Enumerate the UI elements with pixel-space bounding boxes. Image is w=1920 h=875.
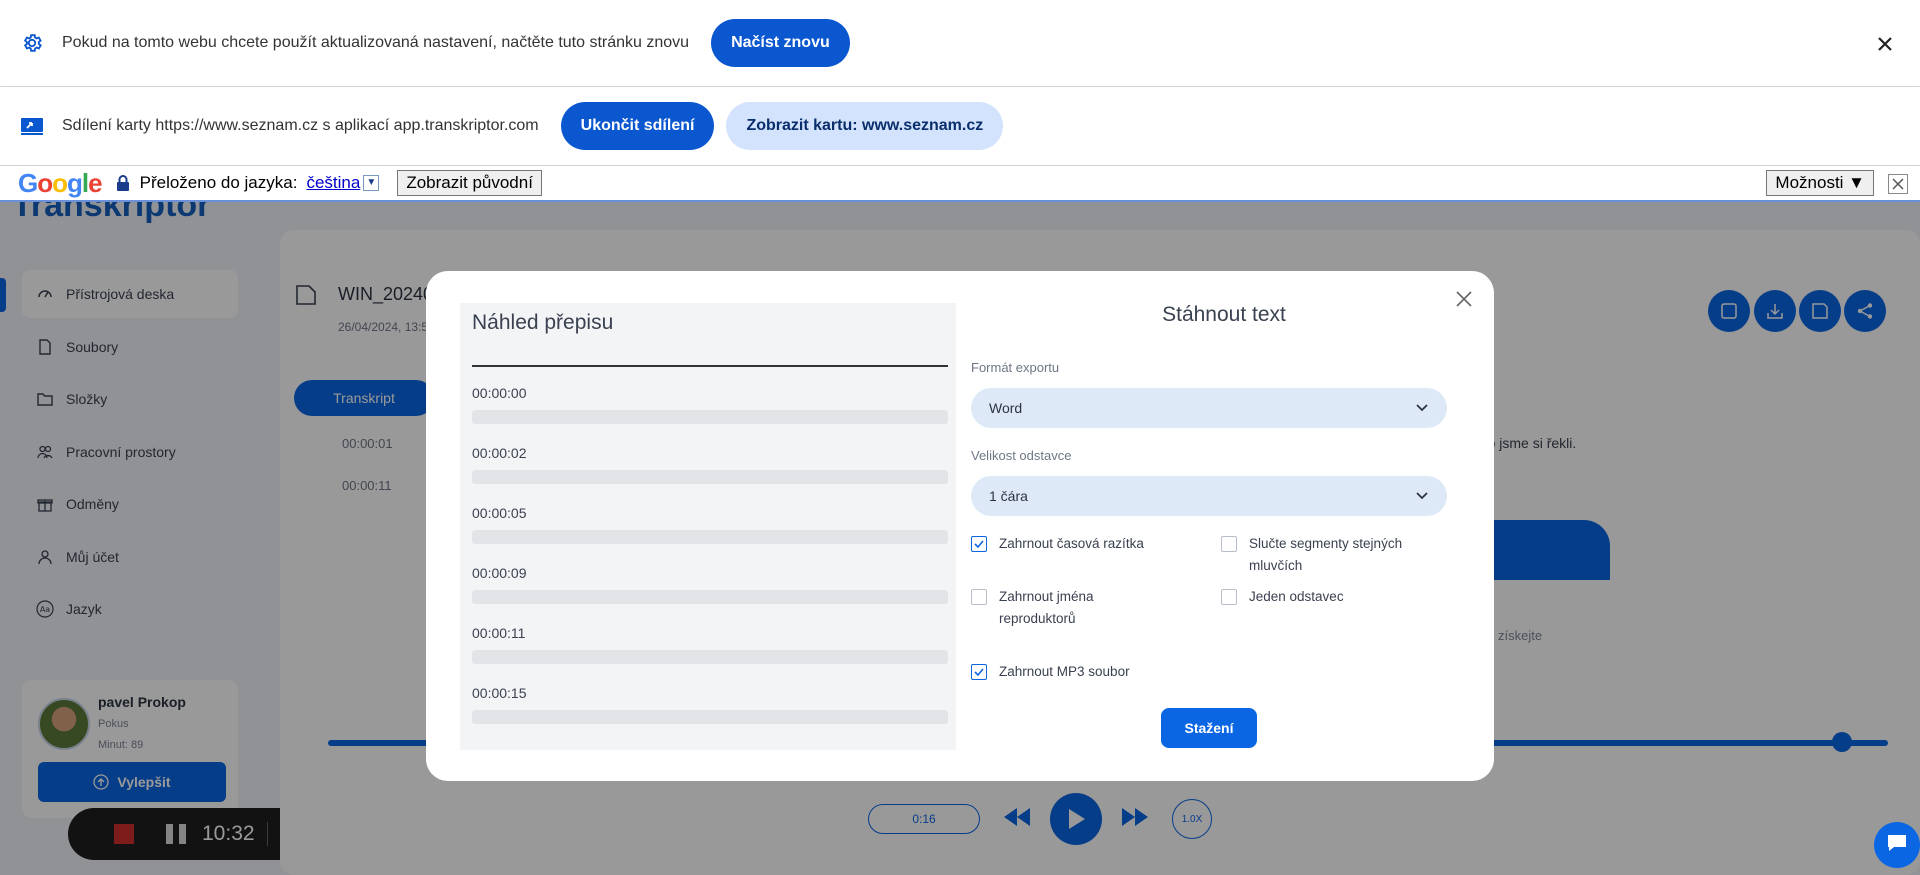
preview-text-placeholder xyxy=(472,590,948,604)
google-logo: Google xyxy=(18,167,103,198)
export-format-value: Word xyxy=(989,400,1023,416)
preview-divider xyxy=(472,365,948,367)
chat-bubble-icon xyxy=(1886,833,1908,858)
google-translate-bar: Google Přeloženo do jazyka: čeština ▼ Zo… xyxy=(0,166,1920,202)
checkbox-unchecked-icon[interactable] xyxy=(1221,589,1237,605)
chevron-down-icon xyxy=(1415,400,1429,414)
checkbox-unchecked-icon[interactable] xyxy=(971,589,987,605)
checkbox-label: Zahrnout jména reproduktorů xyxy=(999,589,1094,626)
show-tab-button[interactable]: Zobrazit kartu: www.seznam.cz xyxy=(726,102,1004,150)
language-link[interactable]: čeština xyxy=(306,173,360,193)
include-speaker-names-checkbox[interactable]: Zahrnout jména reproduktorů xyxy=(971,586,1141,630)
preview-title: Náhled přepisu xyxy=(472,311,614,334)
reload-infobar: Pokud na tomto webu chcete použít aktual… xyxy=(0,0,1920,87)
gear-icon xyxy=(20,31,44,55)
export-format-label: Formát exportu xyxy=(971,360,1060,375)
reload-message: Pokud na tomto webu chcete použít aktual… xyxy=(62,34,690,51)
preview-text-placeholder xyxy=(472,710,948,724)
paragraph-size-label: Velikost odstavce xyxy=(971,448,1072,463)
preview-timestamp: 00:00:15 xyxy=(472,685,527,701)
checkbox-label: Slučte segmenty stejných mluvčích xyxy=(1249,536,1403,573)
checkbox-label: Zahrnout časová razítka xyxy=(999,536,1144,551)
preview-text-placeholder xyxy=(472,650,948,664)
close-icon[interactable] xyxy=(1874,33,1896,55)
preview-text-placeholder xyxy=(472,530,948,544)
checkbox-label: Jeden odstavec xyxy=(1249,589,1344,604)
download-button[interactable]: Stažení xyxy=(1161,708,1257,748)
preview-timestamp: 00:00:02 xyxy=(472,445,527,461)
modal-title: Stáhnout text xyxy=(1162,303,1286,326)
stop-sharing-button[interactable]: Ukončit sdílení xyxy=(560,102,715,150)
tab-sharing-infobar: Sdílení karty https://www.seznam.cz s ap… xyxy=(0,87,1920,166)
lock-icon xyxy=(116,175,130,191)
translated-to-label: Přeloženo do jazyka: xyxy=(139,173,298,192)
paragraph-size-value: 1 čára xyxy=(989,488,1028,504)
preview-timestamp: 00:00:09 xyxy=(472,565,527,581)
include-timestamps-checkbox[interactable]: Zahrnout časová razítka xyxy=(971,533,1201,555)
checkbox-unchecked-icon[interactable] xyxy=(1221,536,1237,552)
chevron-down-icon xyxy=(1415,488,1429,502)
checkbox-checked-icon[interactable] xyxy=(971,536,987,552)
merge-speaker-segments-checkbox[interactable]: Slučte segmenty stejných mluvčích xyxy=(1221,533,1451,577)
include-mp3-checkbox[interactable]: Zahrnout MP3 soubor xyxy=(971,661,1201,683)
sharing-message: Sdílení karty https://www.seznam.cz s ap… xyxy=(62,117,539,134)
close-icon[interactable] xyxy=(1454,289,1474,309)
checkbox-checked-icon[interactable] xyxy=(971,664,987,680)
checkbox-label: Zahrnout MP3 soubor xyxy=(999,664,1130,679)
paragraph-size-select[interactable]: 1 čára xyxy=(971,476,1447,516)
chat-support-button[interactable] xyxy=(1874,822,1920,868)
preview-text-placeholder xyxy=(472,410,948,424)
preview-timestamp: 00:00:05 xyxy=(472,505,527,521)
close-translate-icon[interactable] xyxy=(1888,174,1908,194)
reload-button[interactable]: Načíst znovu xyxy=(711,19,850,67)
preview-timestamp: 00:00:11 xyxy=(472,625,526,641)
transcript-preview: Náhled přepisu 00:00:00 00:00:02 00:00:0… xyxy=(460,303,956,750)
export-format-select[interactable]: Word xyxy=(971,388,1447,428)
language-dropdown-icon[interactable]: ▼ xyxy=(363,175,380,191)
preview-text-placeholder xyxy=(472,470,948,484)
options-button[interactable]: Možnosti ▼ xyxy=(1766,170,1874,196)
screen-share-icon xyxy=(20,114,44,138)
show-original-button[interactable]: Zobrazit původní xyxy=(397,170,542,196)
preview-timestamp: 00:00:00 xyxy=(472,385,527,401)
single-paragraph-checkbox[interactable]: Jeden odstavec xyxy=(1221,586,1451,608)
download-text-modal: Náhled přepisu 00:00:00 00:00:02 00:00:0… xyxy=(426,271,1494,781)
